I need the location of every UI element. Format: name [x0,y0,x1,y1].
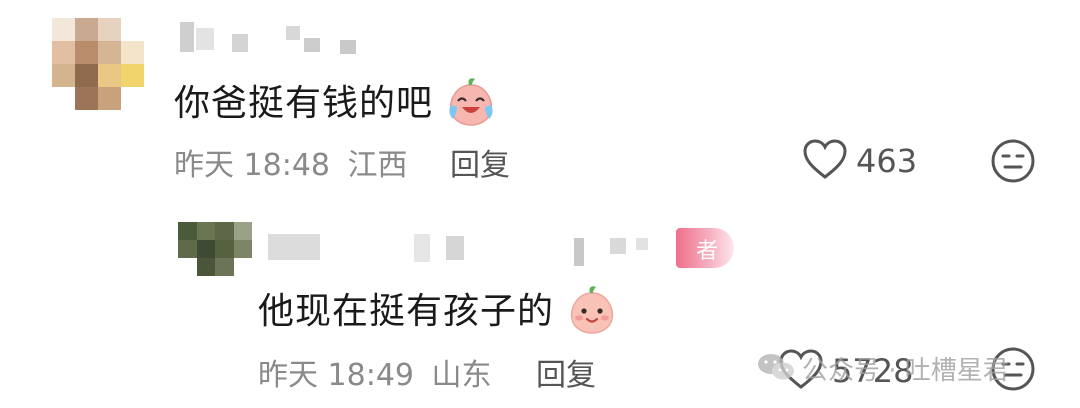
comment-text-content: 你爸挺有钱的吧 [174,83,434,124]
wechat-logo-icon [756,351,796,387]
watermark-text: 公众号 · 吐槽星君 [802,356,1009,386]
reply-timestamp: 昨天 18:49 [258,358,414,393]
neutral-face-icon [990,138,1036,188]
author-badge-label: 者 [696,239,719,264]
comment-location: 江西 [347,148,408,183]
comment-text: 你爸挺有钱的吧 [174,74,497,136]
reply-text: 他现在挺有孩子的 [258,282,618,344]
crying-laughing-peach-emoji [445,75,497,136]
watermark: 公众号 · 吐槽星君 [756,350,1009,387]
reply-button[interactable]: 回复 [450,140,510,184]
like-count: 463 [856,142,918,180]
heart-outline-icon [802,138,848,184]
reply-reply-button[interactable]: 回复 [536,350,596,394]
smiling-peach-emoji [566,283,618,344]
reply-text-content: 他现在挺有孩子的 [258,291,555,332]
like-button[interactable]: 463 [802,138,917,184]
author-badge: 者 [676,228,734,268]
reply-location: 山东 [431,358,492,393]
commenter-avatar[interactable] [52,18,144,110]
comment-timestamp: 昨天 18:48 [174,148,330,183]
comment-meta: 昨天 18:48 江西 [174,140,408,184]
reply-meta: 昨天 18:49 山东 [258,350,492,394]
reply-author-avatar[interactable] [178,222,252,276]
dislike-button[interactable] [990,138,1036,188]
